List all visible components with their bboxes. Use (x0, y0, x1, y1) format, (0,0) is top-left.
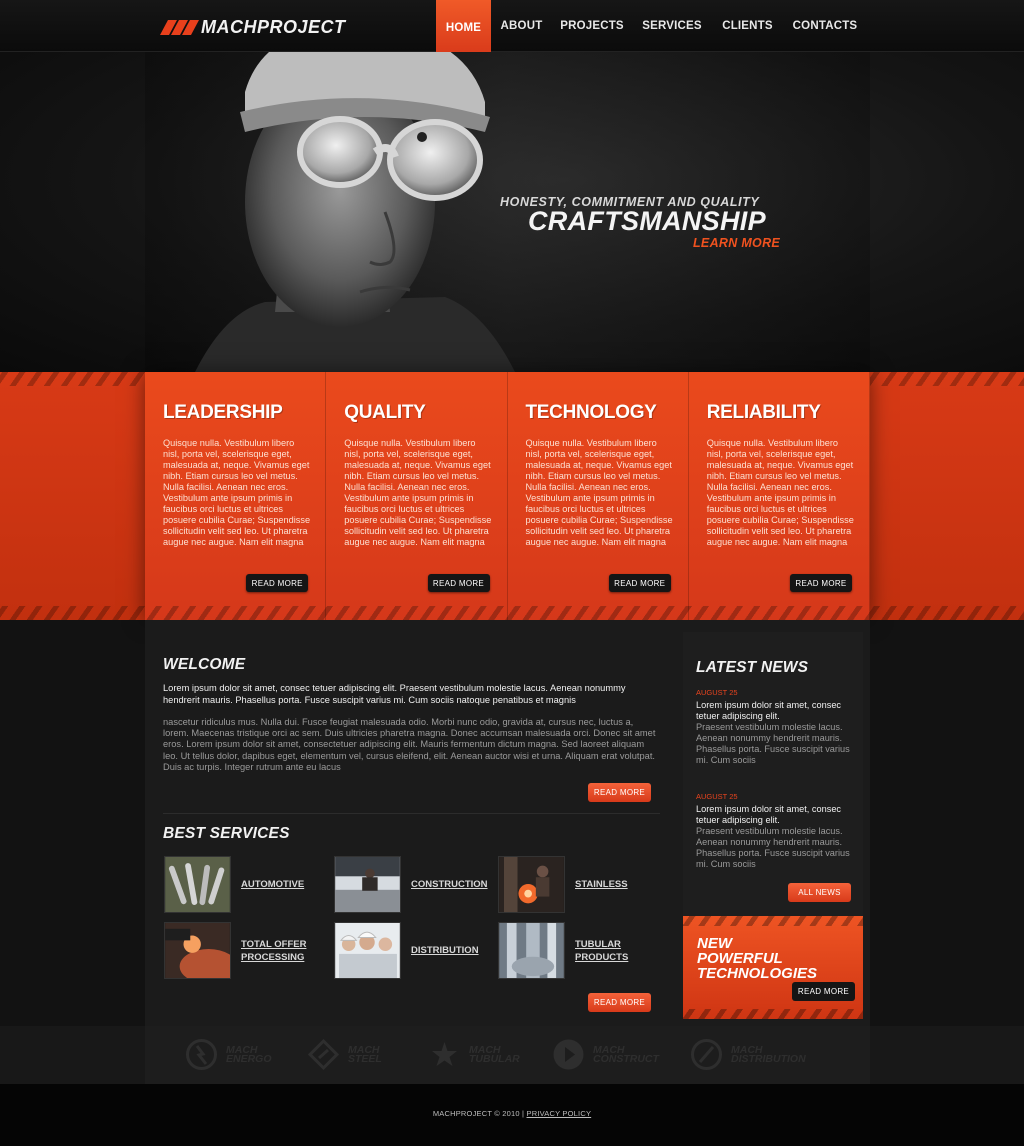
read-more-button[interactable]: READ MORE (608, 574, 671, 592)
news-headline: Lorem ipsum dolor sit amet, consec tetue… (696, 804, 842, 825)
brand-mach-construct[interactable]: MACH CONSTRUCT (552, 1038, 659, 1071)
service-total-offer-processing[interactable]: TOTAL OFFER PROCESSING (164, 922, 311, 979)
energy-bolt-icon (186, 1039, 217, 1070)
steel-diamond-icon (307, 1038, 340, 1071)
service-stainless[interactable]: STAINLESS (498, 856, 643, 913)
hero-inner: HONESTY, COMMITMENT AND QUALITY CRAFTSMA… (145, 52, 870, 372)
service-label: TUBULAR PRODUCTS (575, 938, 629, 963)
news-text: Praesent vestibulum molestie lacus. Aene… (696, 826, 850, 869)
promo-line: TECHNOLOGIES (697, 965, 818, 982)
brand-logos: MACH ENERGO MACH STEEL MACH TUBULAR MACH… (145, 1026, 870, 1084)
promo-text: NEW POWERFUL TECHNOLOGIES (697, 936, 817, 981)
service-label: AUTOMOTIVE (241, 879, 305, 890)
logo-stripes-icon (160, 19, 199, 35)
service-label: STAINLESS (575, 879, 628, 890)
read-more-button[interactable]: READ MORE (246, 574, 309, 592)
promo-line: NEW (697, 935, 732, 952)
feature-text: Quisque nulla. Vestibulum libero nisl, p… (344, 438, 492, 547)
news-date: AUGUST 25 (696, 688, 738, 697)
service-distribution[interactable]: DISTRIBUTION (334, 922, 481, 979)
news-date: AUGUST 25 (696, 792, 738, 801)
feature-title: TECHNOLOGY (525, 402, 657, 423)
nav-home[interactable]: HOME (436, 0, 491, 56)
nav-contacts[interactable]: CONTACTS (783, 0, 867, 52)
brand-name: MACH DISTRIBUTION (731, 1043, 806, 1065)
news-title: LATEST NEWS (696, 659, 809, 676)
learn-more-link[interactable]: LEARN MORE (693, 236, 780, 250)
content-area: WELCOME Lorem ipsum dolor sit amet, cons… (145, 620, 870, 1085)
services-title: BEST SERVICES (163, 825, 290, 842)
brand-strip: MACH ENERGO MACH STEEL MACH TUBULAR MACH… (0, 1026, 1024, 1084)
promo-read-more-button[interactable]: READ MORE (792, 982, 855, 1001)
page: MACHPROJECT HOME ABOUT PROJECTS SERVICES… (0, 0, 1024, 1146)
brand-name: MACH TUBULAR (469, 1043, 520, 1065)
wrench-tools-icon (164, 856, 231, 913)
star-swoosh-icon (432, 1042, 457, 1066)
divider (163, 813, 660, 814)
privacy-policy-link[interactable]: PRIVACY POLICY (527, 1109, 592, 1118)
play-circle-icon (553, 1039, 584, 1070)
service-label: TOTAL OFFER PROCESSING (241, 938, 307, 963)
latest-news-panel: LATEST NEWS AUGUST 25 Lorem ipsum dolor … (683, 632, 863, 917)
logo-text: MACHPROJECT (201, 16, 346, 37)
grinder-icon (164, 922, 231, 979)
promo-line: POWERFUL (697, 950, 783, 967)
hero-title: CRAFTSMANSHIP (528, 206, 766, 236)
nav-clients[interactable]: CLIENTS (712, 0, 783, 52)
welcome-read-more-button[interactable]: READ MORE (588, 783, 651, 802)
feature-quality: QUALITY Quisque nulla. Vestibulum libero… (326, 372, 508, 620)
nav-projects[interactable]: PROJECTS (552, 0, 632, 52)
brand-mach-tubular[interactable]: MACH TUBULAR (428, 1038, 520, 1071)
main-nav: HOME ABOUT PROJECTS SERVICES CLIENTS CON… (436, 0, 867, 56)
welcome-title: WELCOME (163, 656, 246, 673)
brand-mach-distribution[interactable]: MACH DISTRIBUTION (690, 1038, 806, 1071)
all-news-button[interactable]: ALL NEWS (788, 883, 851, 902)
read-more-button[interactable]: READ MORE (427, 574, 490, 592)
logo[interactable]: MACHPROJECT (160, 16, 346, 38)
feature-leadership: LEADERSHIP Quisque nulla. Vestibulum lib… (145, 372, 327, 620)
services-read-more-button[interactable]: READ MORE (588, 993, 651, 1012)
construction-worker-icon (334, 856, 401, 913)
welcome-body: nascetur ridiculus mus. Nulla dui. Fusce… (163, 717, 656, 772)
service-label: DISTRIBUTION (411, 945, 479, 956)
footer-text: MACHPROJECT © 2010 | PRIVACY POLICY (0, 1109, 1024, 1118)
service-label: CONSTRUCTION (411, 879, 488, 890)
team-helmets-icon (334, 922, 401, 979)
slash-circle-icon (691, 1039, 722, 1070)
service-tubular-products[interactable]: TUBULAR PRODUCTS (498, 922, 643, 979)
news-item[interactable]: AUGUST 25 Lorem ipsum dolor sit amet, co… (696, 688, 850, 766)
feature-text: Quisque nulla. Vestibulum libero nisl, p… (525, 438, 673, 547)
brand-name: MACH STEEL (348, 1043, 382, 1065)
feature-technology: TECHNOLOGY Quisque nulla. Vestibulum lib… (507, 372, 689, 620)
news-headline: Lorem ipsum dolor sit amet, consec tetue… (696, 700, 842, 721)
service-construction[interactable]: CONSTRUCTION (334, 856, 488, 913)
news-text: Praesent vestibulum molestie lacus. Aene… (696, 722, 850, 765)
hero-banner: HONESTY, COMMITMENT AND QUALITY CRAFTSMA… (0, 52, 1024, 372)
feature-text: Quisque nulla. Vestibulum libero nisl, p… (706, 438, 854, 547)
service-automotive[interactable]: AUTOMOTIVE (164, 856, 309, 913)
brand-name: MACH ENERGO (226, 1043, 272, 1065)
header: MACHPROJECT HOME ABOUT PROJECTS SERVICES… (0, 0, 1024, 56)
feature-title: RELIABILITY (706, 402, 821, 423)
features-band: LEADERSHIP Quisque nulla. Vestibulum lib… (0, 372, 1024, 620)
pipes-icon (498, 922, 565, 979)
feature-columns: LEADERSHIP Quisque nulla. Vestibulum lib… (145, 372, 870, 620)
copyright: MACHPROJECT © 2010 | (432, 1109, 525, 1118)
brand-mach-energo[interactable]: MACH ENERGO (185, 1038, 272, 1071)
brand-mach-steel[interactable]: MACH STEEL (307, 1038, 382, 1071)
news-item[interactable]: AUGUST 25 Lorem ipsum dolor sit amet, co… (696, 792, 850, 870)
nav-about[interactable]: ABOUT (491, 0, 552, 52)
read-more-button[interactable]: READ MORE (790, 574, 852, 592)
feature-text: Quisque nulla. Vestibulum libero nisl, p… (163, 438, 311, 547)
worker-with-goggles-image (195, 52, 515, 372)
feature-title: LEADERSHIP (163, 402, 283, 423)
brand-name: MACH CONSTRUCT (593, 1043, 659, 1065)
promo-banner[interactable]: NEW POWERFUL TECHNOLOGIES READ MORE (683, 916, 863, 1019)
welcome-lead: Lorem ipsum dolor sit amet, consec tetue… (163, 683, 626, 705)
footer: MACHPROJECT © 2010 | PRIVACY POLICY (0, 1084, 1024, 1146)
feature-reliability: RELIABILITY Quisque nulla. Vestibulum li… (688, 372, 870, 620)
welding-sparks-icon (498, 856, 565, 913)
feature-title: QUALITY (344, 402, 426, 423)
nav-services[interactable]: SERVICES (632, 0, 712, 52)
